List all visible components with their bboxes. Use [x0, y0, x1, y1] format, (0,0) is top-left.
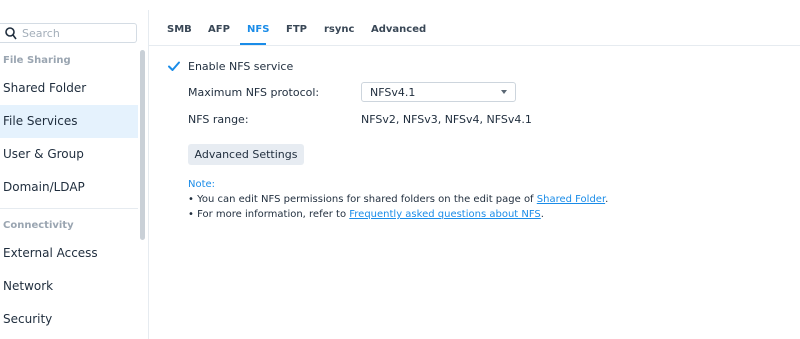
max-protocol-value: NFSv4.1	[370, 86, 416, 99]
enable-nfs-checkbox[interactable]	[167, 59, 181, 73]
sidebar-item-file-services[interactable]: File Services	[0, 105, 138, 138]
note-line-1-text: • You can edit NFS permissions for share…	[188, 194, 537, 205]
group-file-sharing: File Sharing	[3, 55, 71, 66]
note-line-2-suffix: .	[540, 209, 544, 220]
search-icon	[5, 27, 17, 40]
tab-afp[interactable]: AFP	[208, 24, 230, 35]
shared-folder-link[interactable]: Shared Folder	[537, 194, 605, 205]
tab-advanced[interactable]: Advanced	[371, 24, 426, 35]
sidebar-item-user-group[interactable]: User & Group	[0, 138, 138, 171]
note-line-2: • For more information, refer to Frequen…	[188, 209, 544, 220]
note-line-2-text: • For more information, refer to	[188, 209, 350, 220]
tab-bar: SMB AFP NFS FTP rsync Advanced	[148, 10, 800, 46]
group-connectivity: Connectivity	[3, 220, 74, 231]
max-protocol-select[interactable]: NFSv4.1	[361, 82, 516, 102]
sidebar-scrollbar[interactable]	[140, 50, 145, 240]
sidebar: Search File Sharing Shared Folder File S…	[0, 10, 149, 339]
sidebar-item-shared-folder[interactable]: Shared Folder	[0, 72, 138, 105]
nfs-range-value: NFSv2, NFSv3, NFSv4, NFSv4.1	[361, 113, 532, 126]
sidebar-item-domain-ldap[interactable]: Domain/LDAP	[0, 171, 138, 204]
note-title: Note:	[188, 179, 216, 190]
chevron-down-icon	[501, 90, 507, 94]
tab-nfs[interactable]: NFS	[247, 24, 269, 35]
sidebar-item-external-access[interactable]: External Access	[0, 237, 138, 270]
max-protocol-label: Maximum NFS protocol:	[188, 86, 320, 99]
note-line-1: • You can edit NFS permissions for share…	[188, 194, 608, 205]
tab-smb[interactable]: SMB	[167, 24, 192, 35]
tab-rsync[interactable]: rsync	[324, 24, 354, 35]
active-tab-indicator	[240, 43, 266, 45]
sidebar-item-network[interactable]: Network	[0, 270, 138, 303]
nfs-range-label: NFS range:	[188, 113, 249, 126]
search-input[interactable]: Search	[0, 23, 137, 43]
search-placeholder: Search	[22, 27, 60, 40]
nfs-faq-link[interactable]: Frequently asked questions about NFS	[349, 209, 541, 220]
enable-nfs-label[interactable]: Enable NFS service	[188, 60, 293, 73]
note-line-1-suffix: .	[605, 194, 609, 205]
sidebar-divider	[0, 208, 138, 209]
advanced-settings-button[interactable]: Advanced Settings	[188, 144, 304, 165]
sidebar-item-security[interactable]: Security	[0, 303, 138, 336]
tab-ftp[interactable]: FTP	[286, 24, 307, 35]
